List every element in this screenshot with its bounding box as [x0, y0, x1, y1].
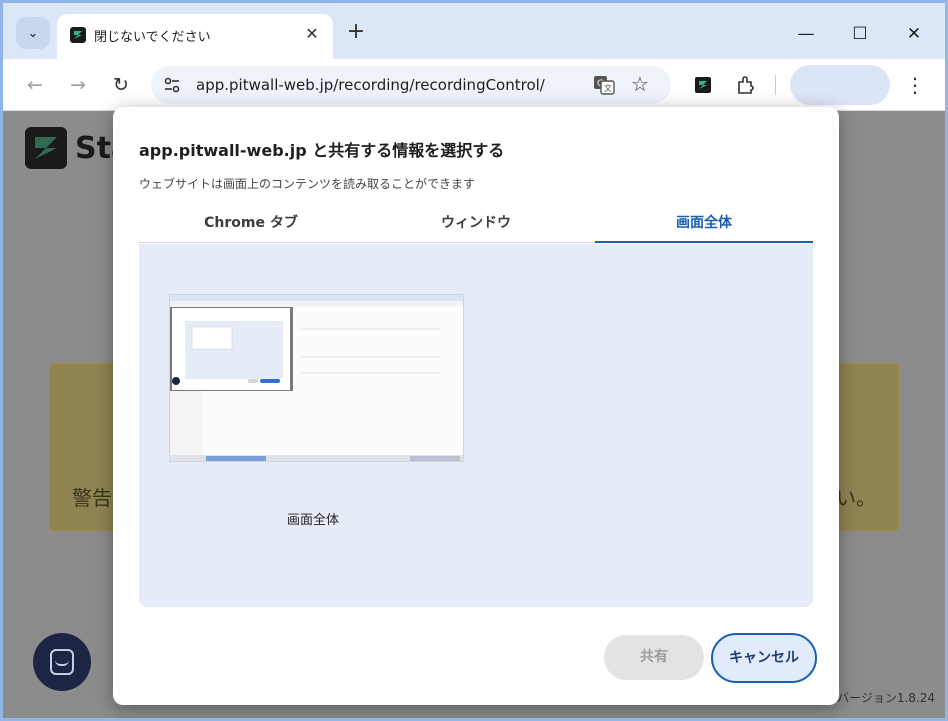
arrow-left-icon[interactable]: ←	[21, 71, 49, 99]
tune-icon[interactable]	[163, 76, 181, 94]
close-window-icon[interactable]: ✕	[899, 19, 929, 49]
dialog-subtitle: ウェブサイトは画面上のコンテンツを読み取ることができます	[139, 177, 476, 191]
close-icon[interactable]: ✕	[301, 23, 323, 45]
screen-share-dialog: app.pitwall-web.jp と共有する情報を選択する ウェブサイトは画…	[113, 107, 839, 705]
arrow-right-icon[interactable]: →	[64, 71, 92, 99]
chevron-down-icon: ⌄	[27, 25, 39, 41]
url-text: app.pitwall-web.jp/recording/recordingCo…	[196, 76, 545, 94]
share-button[interactable]: 共有	[604, 635, 704, 680]
pitwall-favicon-icon	[70, 27, 86, 43]
more-vert-icon[interactable]: ⋮	[905, 73, 925, 97]
browser-toolbar: ← → ↻ app.pitwall-web.jp/recording/recor…	[3, 59, 945, 111]
tab-title: 閉じないでください	[94, 30, 211, 45]
reload-icon[interactable]: ↻	[107, 71, 135, 99]
cancel-button[interactable]: キャンセル	[711, 633, 817, 683]
share-source-tabs: Chrome タブ ウィンドウ 画面全体	[139, 205, 813, 243]
tab-entire-screen[interactable]: 画面全体	[595, 205, 813, 243]
source-panel: 画面全体	[139, 244, 813, 607]
extension-icon[interactable]	[693, 75, 713, 95]
maximize-icon[interactable]: ☐	[845, 19, 875, 49]
translate-icon[interactable]: G 文	[593, 75, 615, 95]
browser-tab[interactable]: 閉じないでください ✕	[57, 14, 333, 59]
tab-chrome-tab[interactable]: Chrome タブ	[139, 205, 363, 243]
browser-window: ⌄ 閉じないでください ✕ + — ☐ ✕ ← → ↻ app.pitwall-…	[0, 0, 948, 721]
svg-text:文: 文	[604, 83, 612, 93]
screen-thumbnail[interactable]	[169, 294, 464, 462]
puzzle-icon[interactable]	[736, 75, 756, 95]
logo-icon	[25, 127, 67, 169]
dialog-title: app.pitwall-web.jp と共有する情報を選択する	[139, 141, 505, 160]
address-bar[interactable]: app.pitwall-web.jp/recording/recordingCo…	[151, 66, 671, 104]
entire-screen-label: 画面全体	[287, 513, 340, 528]
chat-button[interactable]	[33, 633, 91, 691]
plus-icon[interactable]: +	[344, 21, 368, 45]
version-label: バージョン1.8.24	[837, 691, 935, 705]
tab-strip: ⌄ 閉じないでください ✕ + — ☐ ✕	[3, 3, 945, 59]
warning-text-left: 警告	[72, 486, 112, 510]
minimize-icon[interactable]: —	[791, 19, 821, 49]
profile-button[interactable]	[790, 65, 890, 105]
tab-window[interactable]: ウィンドウ	[364, 205, 588, 243]
tab-search-button[interactable]: ⌄	[16, 17, 50, 49]
screen-preview-image	[170, 295, 463, 461]
toolbar-divider	[775, 75, 776, 95]
star-icon[interactable]: ☆	[631, 72, 649, 96]
